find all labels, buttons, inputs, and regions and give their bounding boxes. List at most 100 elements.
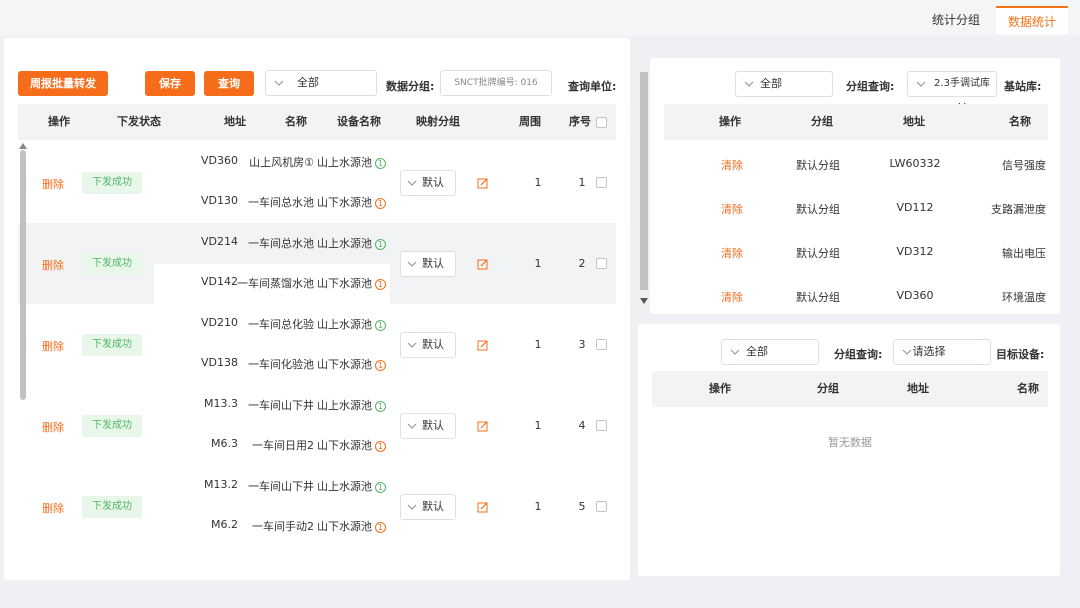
middle-scrollbar[interactable] (640, 72, 648, 290)
row-address: VD112 (896, 201, 934, 214)
point-name: 一车间化验池 (248, 358, 314, 371)
device-name: 山下水源池 1 (316, 518, 386, 534)
mapping-select[interactable]: 默认 (400, 331, 456, 358)
right-top-panel (650, 58, 1060, 314)
unit-input[interactable]: SNCT批牌编号: 016 (440, 70, 552, 96)
circle-number-icon: 1 (375, 157, 386, 169)
device-name: 山下水源池 1 (316, 356, 386, 372)
clear-link[interactable]: 清除 (714, 245, 750, 261)
clear-link[interactable]: 清除 (714, 289, 750, 305)
point-address: M6.2 (211, 518, 238, 531)
row-group: 默认分组 (796, 247, 840, 260)
edit-icon[interactable] (477, 501, 489, 513)
row-week: 1 (534, 418, 542, 432)
tab-data-statistics[interactable]: 数据统计 (996, 6, 1068, 34)
row-checkbox[interactable] (596, 338, 607, 350)
right-group-select[interactable]: 全部 (735, 71, 833, 97)
edit-icon[interactable] (477, 420, 489, 432)
clear-link[interactable]: 清除 (714, 201, 750, 217)
chevron-down-icon (730, 349, 740, 355)
batch-forward-button[interactable]: 周报批量转发 (18, 71, 108, 96)
row-name: 环境温度 (1002, 291, 1046, 304)
point-name: 一车间总水池 (248, 196, 314, 209)
chevron-down-icon (407, 504, 417, 510)
point-name: 山上风机房① (249, 156, 314, 169)
delete-link[interactable]: 删除 (36, 338, 70, 354)
col-address: 地址 (224, 115, 246, 128)
target-group-select[interactable]: 全部 (721, 339, 819, 365)
circle-number-icon: 1 (375, 521, 386, 533)
row-checkbox[interactable] (596, 419, 607, 431)
row-checkbox[interactable] (596, 257, 607, 269)
row-group: 默认分组 (796, 291, 840, 304)
mapping-select[interactable]: 默认 (400, 250, 456, 277)
edit-icon[interactable] (477, 258, 489, 270)
delete-link[interactable]: 删除 (36, 419, 70, 435)
mapping-select[interactable]: 默认 (400, 493, 456, 520)
col-group: 分组 (817, 382, 839, 395)
device-name: 山上水源池 1 (316, 397, 386, 413)
delete-link[interactable]: 删除 (36, 257, 70, 273)
point-name: 一车间总水池 (248, 237, 314, 250)
group-select[interactable]: 全部 (265, 70, 377, 96)
clear-link[interactable]: 清除 (714, 157, 750, 173)
edit-icon[interactable] (477, 339, 489, 351)
chevron-down-icon (407, 423, 417, 429)
row-name: 支路漏泄度 (991, 203, 1046, 216)
point-name: 一车间蒸馏水池 (237, 277, 314, 290)
point-name: 一车间山下井 (248, 399, 314, 412)
point-address: M13.2 (204, 478, 238, 491)
row-index: 5 (578, 499, 586, 513)
delete-link[interactable]: 删除 (36, 500, 70, 516)
target-select[interactable]: 请选择 (893, 339, 991, 365)
base-label: 基站库: (1004, 80, 1042, 93)
circle-number-icon: 1 (375, 238, 386, 250)
col-action: 操作 (709, 382, 731, 395)
point-address: VD360 (201, 154, 238, 167)
row-checkbox[interactable] (596, 500, 607, 512)
row-group: 默认分组 (796, 159, 840, 172)
row-address: LW60332 (889, 157, 941, 170)
col-address: 地址 (907, 382, 929, 395)
mapping-select[interactable]: 默认 (400, 169, 456, 196)
row-checkbox[interactable] (596, 176, 607, 188)
point-address: VD214 (201, 235, 238, 248)
device-name: 山上水源池 1 (316, 478, 386, 494)
save-button[interactable]: 保存 (145, 71, 195, 96)
circle-number-icon: 1 (375, 197, 386, 209)
point-name: 一车间总化验 (248, 318, 314, 331)
col-week: 周围 (519, 115, 541, 128)
point-address: M6.3 (211, 437, 238, 450)
chevron-down-icon (744, 81, 754, 87)
chevron-down-icon (407, 261, 417, 267)
row-index: 3 (578, 337, 586, 351)
circle-number-icon: 1 (375, 400, 386, 412)
point-name: 一车间日用2 (252, 439, 314, 452)
point-name: 一车间山下井 (248, 480, 314, 493)
point-address: M13.3 (204, 397, 238, 410)
delete-link[interactable]: 删除 (36, 176, 70, 192)
left-scrollbar[interactable] (20, 150, 26, 400)
device-name: 山下水源池 1 (316, 194, 386, 210)
edit-icon[interactable] (477, 177, 489, 189)
group-label: 数据分组: (386, 80, 435, 93)
status-badge: 下发成功 (82, 171, 142, 194)
status-badge: 下发成功 (82, 252, 142, 275)
base-select[interactable]: 2.3手调试库V (907, 71, 997, 113)
chevron-down-icon (274, 80, 284, 86)
col-index: 序号 (569, 115, 591, 128)
tab-bar: 数据统计 统计分组 (0, 0, 1080, 36)
point-address: VD210 (201, 316, 238, 329)
point-name: 一车间手动2 (252, 520, 314, 533)
col-action: 操作 (48, 115, 70, 128)
scroll-down-icon[interactable] (640, 298, 648, 304)
col-device-name: 设备名称 (337, 115, 381, 128)
target-group-label: 分组查询: (834, 348, 883, 361)
mapping-select[interactable]: 默认 (400, 412, 456, 439)
circle-number-icon: 1 (375, 319, 386, 331)
tab-group-statistics[interactable]: 统计分组 (918, 6, 994, 34)
col-name: 名称 (1017, 382, 1039, 395)
query-button[interactable]: 查询 (204, 71, 254, 96)
scroll-up-icon[interactable] (19, 143, 27, 149)
row-group: 默认分组 (796, 203, 840, 216)
